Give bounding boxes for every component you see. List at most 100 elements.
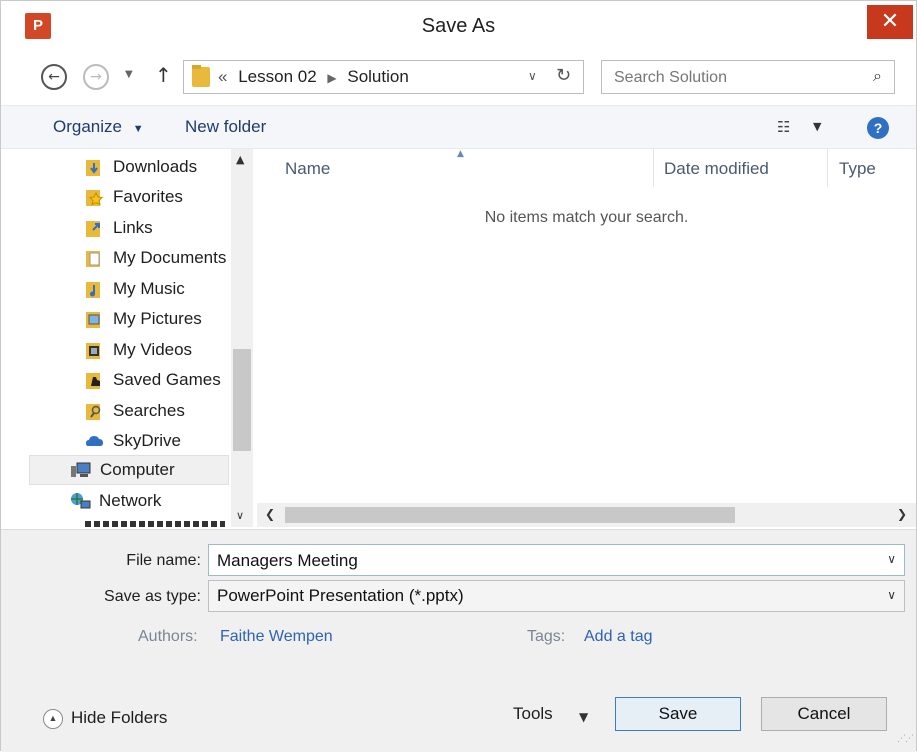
cancel-button[interactable]: Cancel [761,697,887,731]
searches-folder-icon [85,401,105,421]
column-type[interactable]: Type [839,159,876,179]
scroll-down-icon[interactable]: ∨ [236,509,244,522]
nav-item-label: Computer [100,460,175,479]
organize-label: Organize [53,117,122,136]
folder-icon [192,65,210,87]
nav-item-label: My Documents [113,248,227,267]
chevron-up-icon: ▲ [43,708,63,729]
column-divider[interactable] [653,149,654,187]
nav-item-label: Downloads [113,157,198,176]
back-button[interactable]: ← [41,64,67,90]
chevron-down-icon: ∨ [528,69,537,83]
nav-item-label: Favorites [113,187,183,206]
hide-folders-button[interactable]: ▲ Hide Folders [43,708,167,729]
pictures-folder-icon [85,309,105,329]
file-list[interactable]: ▲ Name Date modified Type No items match… [257,149,916,527]
nav-item-label: Searches [113,401,185,420]
search-icon[interactable]: ⌕ [873,68,882,86]
breadcrumb-overflow[interactable]: « [218,67,227,86]
chevron-down-icon: ▼ [125,69,133,80]
save-button[interactable]: Save [615,697,741,731]
command-bar: Organize ▼ New folder ☷ ▼ ? [1,105,916,149]
nav-item-label: Network [99,491,162,510]
column-date-modified[interactable]: Date modified [664,159,769,179]
tags-label: Tags: [527,628,566,645]
documents-folder-icon [85,248,105,268]
address-dropdown[interactable]: ∨ [528,69,537,83]
save-form: File name: ∨ Save as type: PowerPoint Pr… [1,529,916,752]
hide-folders-label: Hide Folders [71,708,168,727]
empty-message: No items match your search. [484,209,689,226]
search-input[interactable] [602,61,866,95]
resize-grip-icon[interactable]: ⋰⋰ [897,734,914,744]
column-divider[interactable] [827,149,828,187]
scroll-left-icon[interactable]: ❮ [265,507,275,521]
nav-item-label: Saved Games [113,370,221,389]
chevron-down-icon[interactable]: ∨ [887,588,896,602]
computer-icon [70,460,91,480]
tags-value[interactable]: Add a tag [584,628,653,646]
navigation-pane[interactable]: Downloads Favorites Links My Documents M… [29,149,255,527]
search-box[interactable]: ⌕ [601,60,895,95]
column-name[interactable]: Name [285,159,330,179]
scroll-right-icon[interactable]: ❯ [897,507,907,521]
file-list-hscrollbar[interactable]: ❮ ❯ [257,503,916,527]
close-button[interactable]: ✕ [867,5,913,39]
up-arrow-icon: ↑ [155,63,172,87]
downloads-folder-icon [85,157,105,177]
file-name-field[interactable]: ∨ [208,544,905,577]
authors-value[interactable]: Faithe Wempen [220,628,333,646]
refresh-icon: ↻ [556,65,572,86]
chevron-down-icon: ▼ [132,123,144,135]
back-arrow-icon: ← [48,69,60,85]
organize-button[interactable]: Organize ▼ [53,117,144,137]
view-options-icon[interactable]: ☷ [777,118,790,136]
tools-dropdown-icon[interactable]: ▼ [579,710,588,724]
sort-ascending-icon: ▲ [457,149,464,159]
nav-item-cutoff [85,521,225,527]
refresh-button[interactable]: ↻ [556,65,571,86]
skydrive-cloud-icon [85,431,105,451]
nav-item-label: My Videos [113,340,193,359]
save-as-dialog: P Save As ✕ ← → ▼ ↑ « Lesson 02 ▶ Soluti… [0,0,917,752]
save-type-select[interactable]: PowerPoint Presentation (*.pptx) ∨ [208,580,905,612]
forward-arrow-icon: → [90,69,102,85]
scrollbar-thumb[interactable] [233,349,251,451]
save-type-value: PowerPoint Presentation (*.pptx) [217,586,464,605]
chevron-down-icon: ▼ [813,120,822,133]
address-bar[interactable]: « Lesson 02 ▶ Solution ∨ ↻ [183,60,584,94]
save-type-label: Save as type: [104,588,201,605]
nav-item-computer[interactable]: Computer [29,455,229,485]
music-folder-icon [85,279,105,299]
links-folder-icon [85,218,105,238]
dialog-title: Save As [421,15,496,37]
nav-item-label: Links [113,218,153,237]
tools-button[interactable]: Tools [513,704,553,724]
authors-label: Authors: [138,628,198,645]
close-icon: ✕ [880,9,900,34]
breadcrumb-lesson[interactable]: Lesson 02 [238,67,316,86]
breadcrumb: « Lesson 02 ▶ Solution [218,67,409,87]
navigation-scrollbar[interactable]: ▲ ∨ [231,149,253,527]
help-icon[interactable]: ? [867,117,889,139]
scroll-up-icon[interactable]: ▲ [236,153,244,166]
breadcrumb-solution[interactable]: Solution [347,67,408,86]
forward-button[interactable]: → [83,64,109,90]
file-name-input[interactable] [209,545,859,577]
new-folder-button[interactable]: New folder [185,117,266,137]
view-options-dropdown[interactable]: ▼ [813,120,821,133]
recent-locations-dropdown[interactable]: ▼ [125,69,133,80]
chevron-down-icon[interactable]: ∨ [887,552,896,566]
nav-item-label: My Music [113,279,185,298]
breadcrumb-separator-icon[interactable]: ▶ [327,71,336,85]
scrollbar-thumb[interactable] [285,507,735,523]
favorites-folder-icon [85,187,105,207]
file-name-label: File name: [126,552,201,569]
title-bar: P Save As ✕ [1,1,916,53]
nav-item-label: My Pictures [113,309,202,328]
network-icon [69,491,91,511]
saved-games-folder-icon [85,370,105,390]
videos-folder-icon [85,340,105,360]
up-folder-button[interactable]: ↑ [155,63,172,87]
nav-item-label: SkyDrive [113,431,182,450]
